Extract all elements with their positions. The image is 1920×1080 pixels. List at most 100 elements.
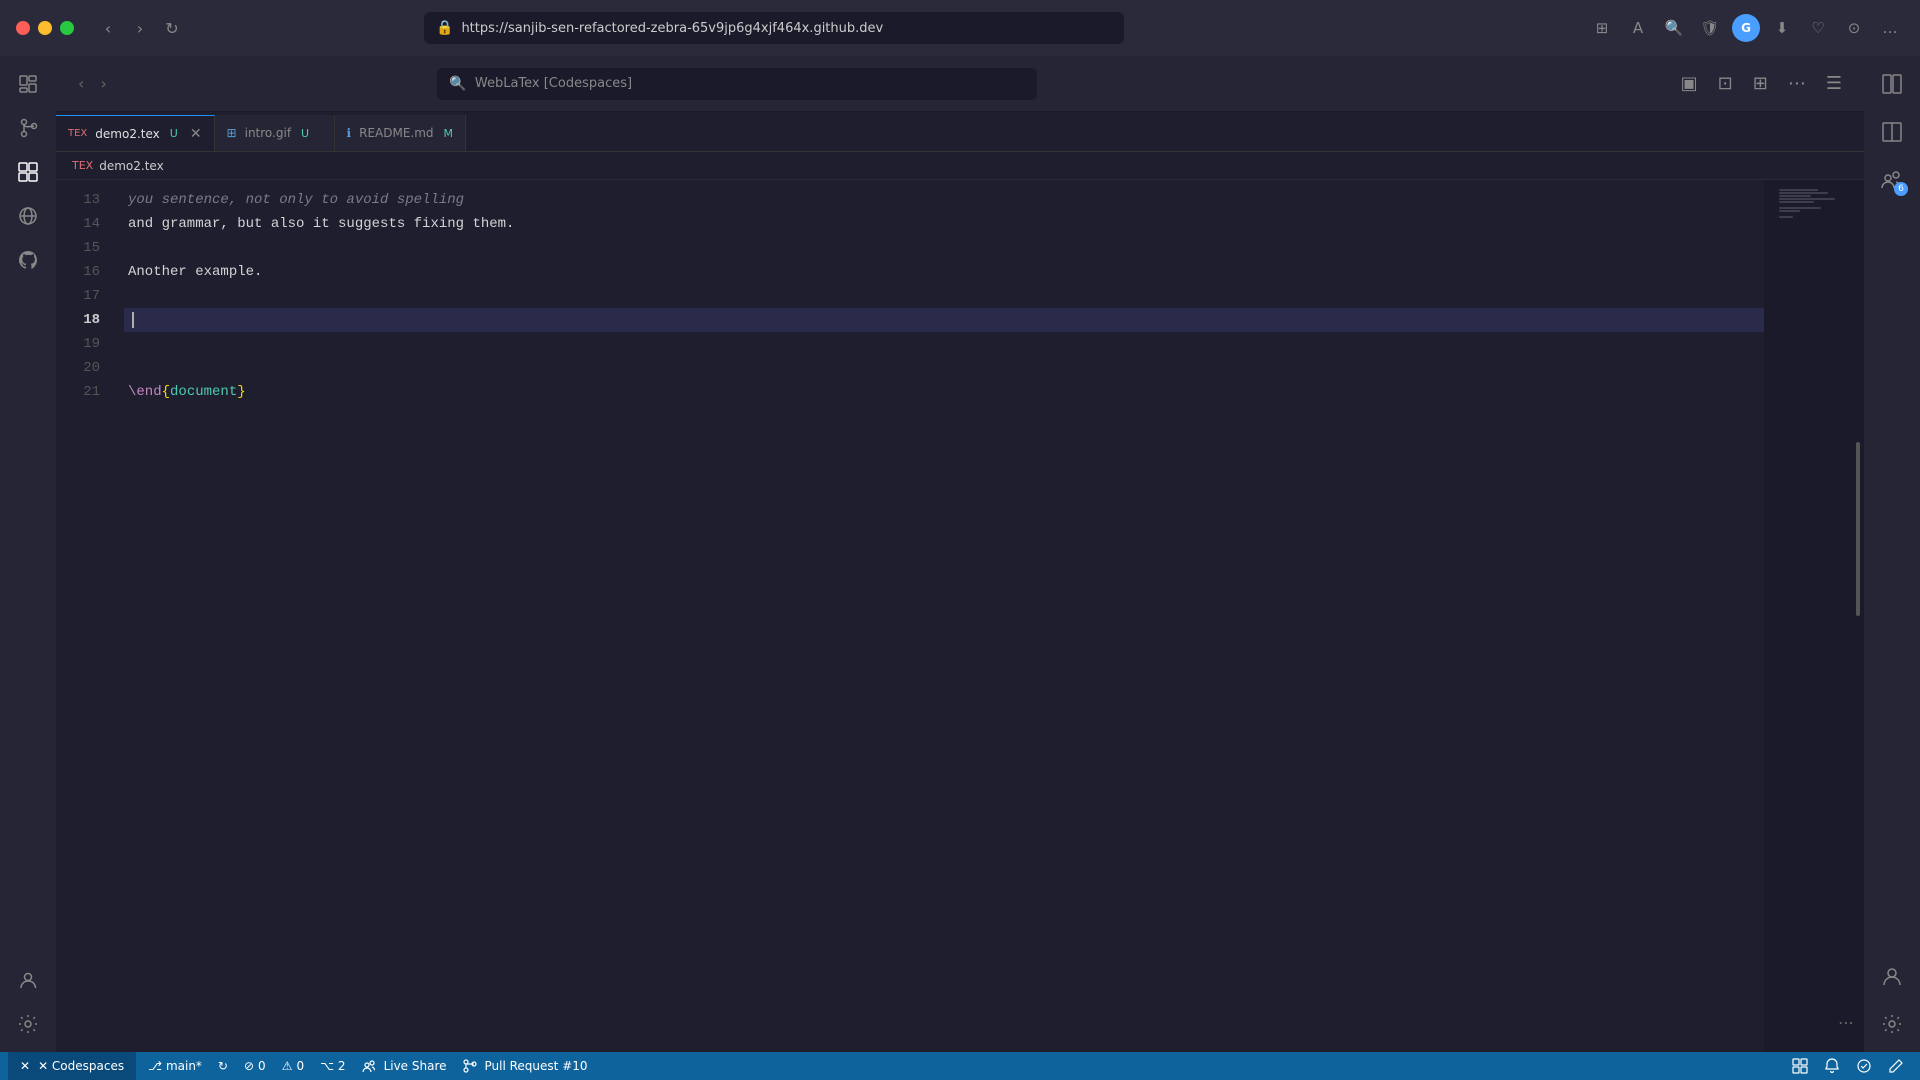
tab-badge-intro: U xyxy=(301,127,309,140)
status-live-share[interactable]: Live Share xyxy=(354,1052,455,1080)
code-line-21: \end{document} xyxy=(124,380,1764,404)
more-menu-icon[interactable]: … xyxy=(1876,14,1904,42)
sidebar-item-explorer[interactable] xyxy=(8,64,48,104)
tab-readmemd[interactable]: ℹ README.md M xyxy=(335,115,467,151)
bookmark-icon[interactable]: ♡ xyxy=(1804,14,1832,42)
diff-view-icon[interactable] xyxy=(1872,64,1912,104)
toggle-primary-sidebar-icon[interactable]: ▣ xyxy=(1675,69,1704,98)
close-button[interactable] xyxy=(16,21,30,35)
status-right-actions xyxy=(1784,1058,1912,1074)
tabs-bar: TEX demo2.tex U ✕ ⊞ intro.gif U ℹ README… xyxy=(56,112,1864,152)
info-icon: ℹ xyxy=(347,126,352,140)
warning-count: 0 xyxy=(296,1059,304,1073)
more-actions-icon[interactable]: ⋯ xyxy=(1782,69,1812,98)
minimap-scrollbar[interactable] xyxy=(1856,442,1860,616)
status-pull-request[interactable]: Pull Request #10 xyxy=(455,1052,596,1080)
browser-chrome: ‹ › ↻ 🔒 https://sanjib-sen-refactored-ze… xyxy=(0,0,1920,56)
code-content[interactable]: you sentence, not only to avoid spelling… xyxy=(116,180,1764,1052)
file-breadcrumb: TEX demo2.tex xyxy=(56,152,1864,180)
code-editor[interactable]: 13 14 15 16 17 18 19 20 21 you sentence,… xyxy=(56,180,1864,1052)
extensions-icon[interactable]: ⊞ xyxy=(1588,14,1616,42)
live-share-label: Live Share xyxy=(384,1059,447,1073)
branch-icon: ⎇ xyxy=(148,1059,162,1073)
status-warnings[interactable]: ⚠ 0 xyxy=(274,1052,312,1080)
shield-icon[interactable]: 🛡 xyxy=(1696,14,1724,42)
minimap-dots: ⋯ xyxy=(1838,1013,1856,1032)
sidebar-item-remote[interactable] xyxy=(8,196,48,236)
status-remote-explorer[interactable] xyxy=(1784,1058,1816,1074)
vscode-layout: ‹ › 🔍 WebLaTex [Codespaces] ▣ ⊡ ⊞ ⋯ ☰ TE… xyxy=(0,56,1920,1052)
sidebar-item-extensions[interactable] xyxy=(8,152,48,192)
minimap: ⋯ xyxy=(1764,180,1864,1052)
editor-header: ‹ › 🔍 WebLaTex [Codespaces] ▣ ⊡ ⊞ ⋯ ☰ xyxy=(56,56,1864,112)
traffic-lights xyxy=(16,21,74,35)
editor-back-button[interactable]: ‹ xyxy=(72,70,90,97)
status-remote[interactable]: ⌥ 2 xyxy=(312,1052,353,1080)
profile-avatar[interactable]: G xyxy=(1732,14,1760,42)
live-share-icon[interactable]: 6 xyxy=(1872,160,1912,200)
warning-icon: ⚠ xyxy=(282,1059,293,1073)
search-icon: 🔍 xyxy=(449,76,466,92)
tab-demo2tex[interactable]: TEX demo2.tex U ✕ xyxy=(56,115,215,151)
code-line-14: and grammar, but also it suggests fixing… xyxy=(124,212,1764,236)
breadcrumb-filename: demo2.tex xyxy=(99,159,163,173)
toggle-panel-icon[interactable]: ⊡ xyxy=(1712,69,1739,98)
address-bar[interactable]: 🔒 https://sanjib-sen-refactored-zebra-65… xyxy=(424,12,1124,44)
status-check[interactable] xyxy=(1848,1058,1880,1074)
pull-request-label: Pull Request #10 xyxy=(485,1059,588,1073)
forward-button[interactable]: › xyxy=(126,14,154,42)
status-codespaces[interactable]: ✕ ✕ Codespaces xyxy=(8,1052,136,1080)
code-line-18 xyxy=(124,308,1764,332)
history-icon[interactable]: ⊙ xyxy=(1840,14,1868,42)
hamburger-menu-icon[interactable]: ☰ xyxy=(1820,69,1848,98)
status-sync[interactable]: ↻ xyxy=(210,1052,236,1080)
editor-area: ‹ › 🔍 WebLaTex [Codespaces] ▣ ⊡ ⊞ ⋯ ☰ TE… xyxy=(56,56,1864,1052)
error-count: 0 xyxy=(258,1059,266,1073)
split-editor-icon[interactable]: ⊞ xyxy=(1747,69,1774,98)
back-button[interactable]: ‹ xyxy=(94,14,122,42)
code-line-13: you sentence, not only to avoid spelling xyxy=(124,188,1764,212)
sidebar-item-accounts[interactable] xyxy=(8,960,48,1000)
url-text: https://sanjib-sen-refactored-zebra-65v9… xyxy=(461,21,883,36)
remote-icon: ⌥ xyxy=(320,1059,334,1073)
status-branch[interactable]: ⎇ main* xyxy=(140,1052,210,1080)
code-line-16: Another example. xyxy=(124,260,1764,284)
status-bar: ✕ ✕ Codespaces ⎇ main* ↻ ⊘ 0 ⚠ 0 ⌥ 2 Liv… xyxy=(0,1052,1920,1080)
code-line-17 xyxy=(124,284,1764,308)
code-line-15 xyxy=(124,236,1764,260)
code-line-20 xyxy=(124,356,1764,380)
reload-button[interactable]: ↻ xyxy=(158,14,186,42)
command-palette[interactable]: 🔍 WebLaTex [Codespaces] xyxy=(437,68,1037,100)
settings-icon-right[interactable] xyxy=(1872,1004,1912,1044)
sidebar-item-github[interactable] xyxy=(8,240,48,280)
codespaces-icon: ✕ xyxy=(20,1059,30,1073)
sidebar-item-settings[interactable] xyxy=(8,1004,48,1044)
sync-icon: ↻ xyxy=(218,1059,228,1073)
account-icon[interactable] xyxy=(1872,956,1912,996)
browser-actions: ⊞ A 🔍 🛡 G ⬇ ♡ ⊙ … xyxy=(1588,14,1904,42)
editor-forward-button[interactable]: › xyxy=(94,70,112,97)
editor-nav-arrows: ‹ › xyxy=(72,70,113,97)
maximize-button[interactable] xyxy=(60,21,74,35)
split-editor-right-icon[interactable] xyxy=(1872,112,1912,152)
tab-close-demo2[interactable]: ✕ xyxy=(190,126,202,142)
zoom-icon[interactable]: 🔍 xyxy=(1660,14,1688,42)
minimize-button[interactable] xyxy=(38,21,52,35)
tex-breadcrumb-icon: TEX xyxy=(72,159,93,172)
tex-icon: TEX xyxy=(68,128,87,139)
font-icon[interactable]: A xyxy=(1624,14,1652,42)
sidebar-item-source-control[interactable] xyxy=(8,108,48,148)
live-share-badge: 6 xyxy=(1894,182,1908,196)
command-palette-text: WebLaTex [Codespaces] xyxy=(475,76,632,91)
line-numbers: 13 14 15 16 17 18 19 20 21 xyxy=(56,180,116,1052)
header-actions: ▣ ⊡ ⊞ ⋯ ☰ xyxy=(1675,69,1848,98)
code-line-19 xyxy=(124,332,1764,356)
status-edit[interactable] xyxy=(1880,1058,1912,1074)
status-notifications[interactable] xyxy=(1816,1058,1848,1074)
image-icon: ⊞ xyxy=(227,126,237,140)
status-errors[interactable]: ⊘ 0 xyxy=(236,1052,274,1080)
downloads-icon[interactable]: ⬇ xyxy=(1768,14,1796,42)
tab-name-demo2: demo2.tex xyxy=(95,127,159,141)
browser-nav: ‹ › ↻ xyxy=(94,14,186,42)
tab-introgif[interactable]: ⊞ intro.gif U xyxy=(215,115,335,151)
